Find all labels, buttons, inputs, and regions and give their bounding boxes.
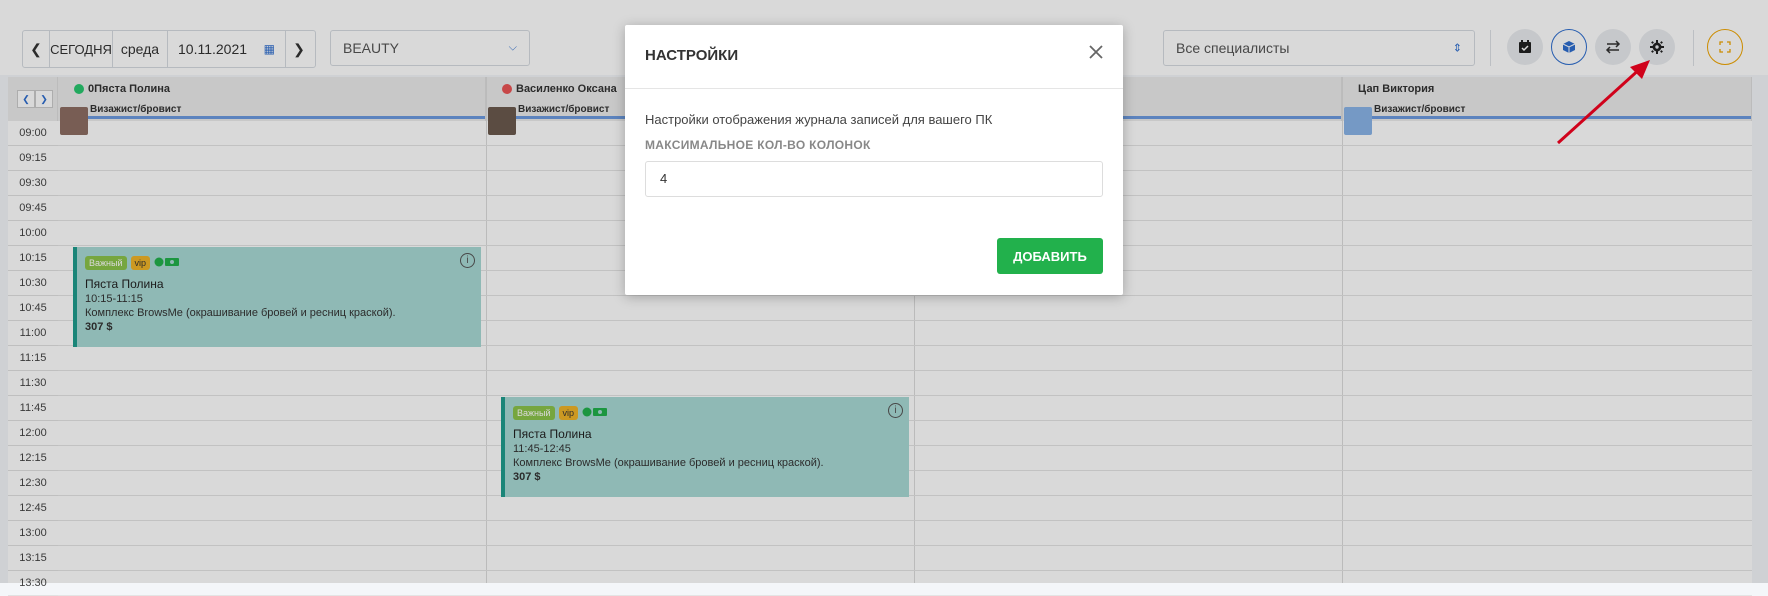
max-columns-input[interactable]: 4 <box>645 161 1103 197</box>
settings-modal: НАСТРОЙКИ Настройки отображения журнала … <box>625 25 1123 295</box>
max-columns-label: МАКСИМАЛЬНОЕ КОЛ-ВО КОЛОНОК <box>645 138 871 152</box>
close-icon[interactable] <box>1087 43 1105 61</box>
add-button[interactable]: ДОБАВИТЬ <box>997 238 1103 274</box>
modal-description: Настройки отображения журнала записей дл… <box>645 112 993 127</box>
modal-header: НАСТРОЙКИ <box>625 25 1123 89</box>
modal-title: НАСТРОЙКИ <box>645 47 739 64</box>
annotation-arrow-icon <box>1556 60 1650 145</box>
